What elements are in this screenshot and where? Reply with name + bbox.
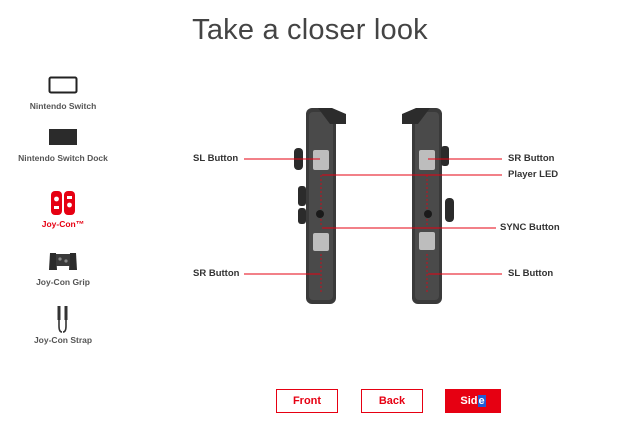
sidebar-item-label: Joy-Con Strap xyxy=(33,335,93,345)
callout-lines xyxy=(244,158,502,275)
left-joy-con-image xyxy=(294,108,346,304)
joy-con-icon xyxy=(18,188,108,218)
sidebar-item-nintendo-switch[interactable]: Nintendo Switch xyxy=(18,70,108,112)
callout-left-sr-button: SR Button xyxy=(193,268,240,279)
joy-con-grip-icon xyxy=(18,246,108,276)
sidebar-item-label: Joy-Con™ xyxy=(41,219,85,229)
back-view-button[interactable]: Back xyxy=(361,389,423,413)
sidebar-item-joy-con-grip[interactable]: Joy-Con Grip xyxy=(18,246,108,288)
side-view-button[interactable]: Sid e xyxy=(445,389,501,413)
sidebar-item-label: Joy-Con Grip xyxy=(36,277,90,287)
sidebar-item-joy-con[interactable]: Joy-Con™ xyxy=(18,188,108,230)
callout-right-sl-button: SL Button xyxy=(508,268,554,279)
callout-sync-button: SYNC Button xyxy=(500,222,560,233)
callout-right-sr-button: SR Button xyxy=(508,153,555,164)
page-title: Take a closer look xyxy=(192,14,428,46)
sidebar-item-label: Nintendo Switch xyxy=(29,101,97,111)
joy-con-strap-icon xyxy=(18,304,108,334)
side-view-label-selection: e xyxy=(477,395,486,407)
callout-player-led: Player LED xyxy=(508,169,559,180)
sidebar-item-dock[interactable]: Nintendo Switch Dock xyxy=(18,122,108,164)
callout-left-sl-button: SL Button xyxy=(193,153,239,164)
sidebar-item-joy-con-strap[interactable]: Joy-Con Strap xyxy=(18,304,108,346)
switch-console-icon xyxy=(18,70,108,100)
right-joy-con-image xyxy=(402,108,454,304)
front-view-button[interactable]: Front xyxy=(276,389,338,413)
sidebar-item-label: Nintendo Switch Dock xyxy=(18,153,108,163)
side-view-label: Sid xyxy=(460,395,478,407)
dock-icon xyxy=(18,122,108,152)
